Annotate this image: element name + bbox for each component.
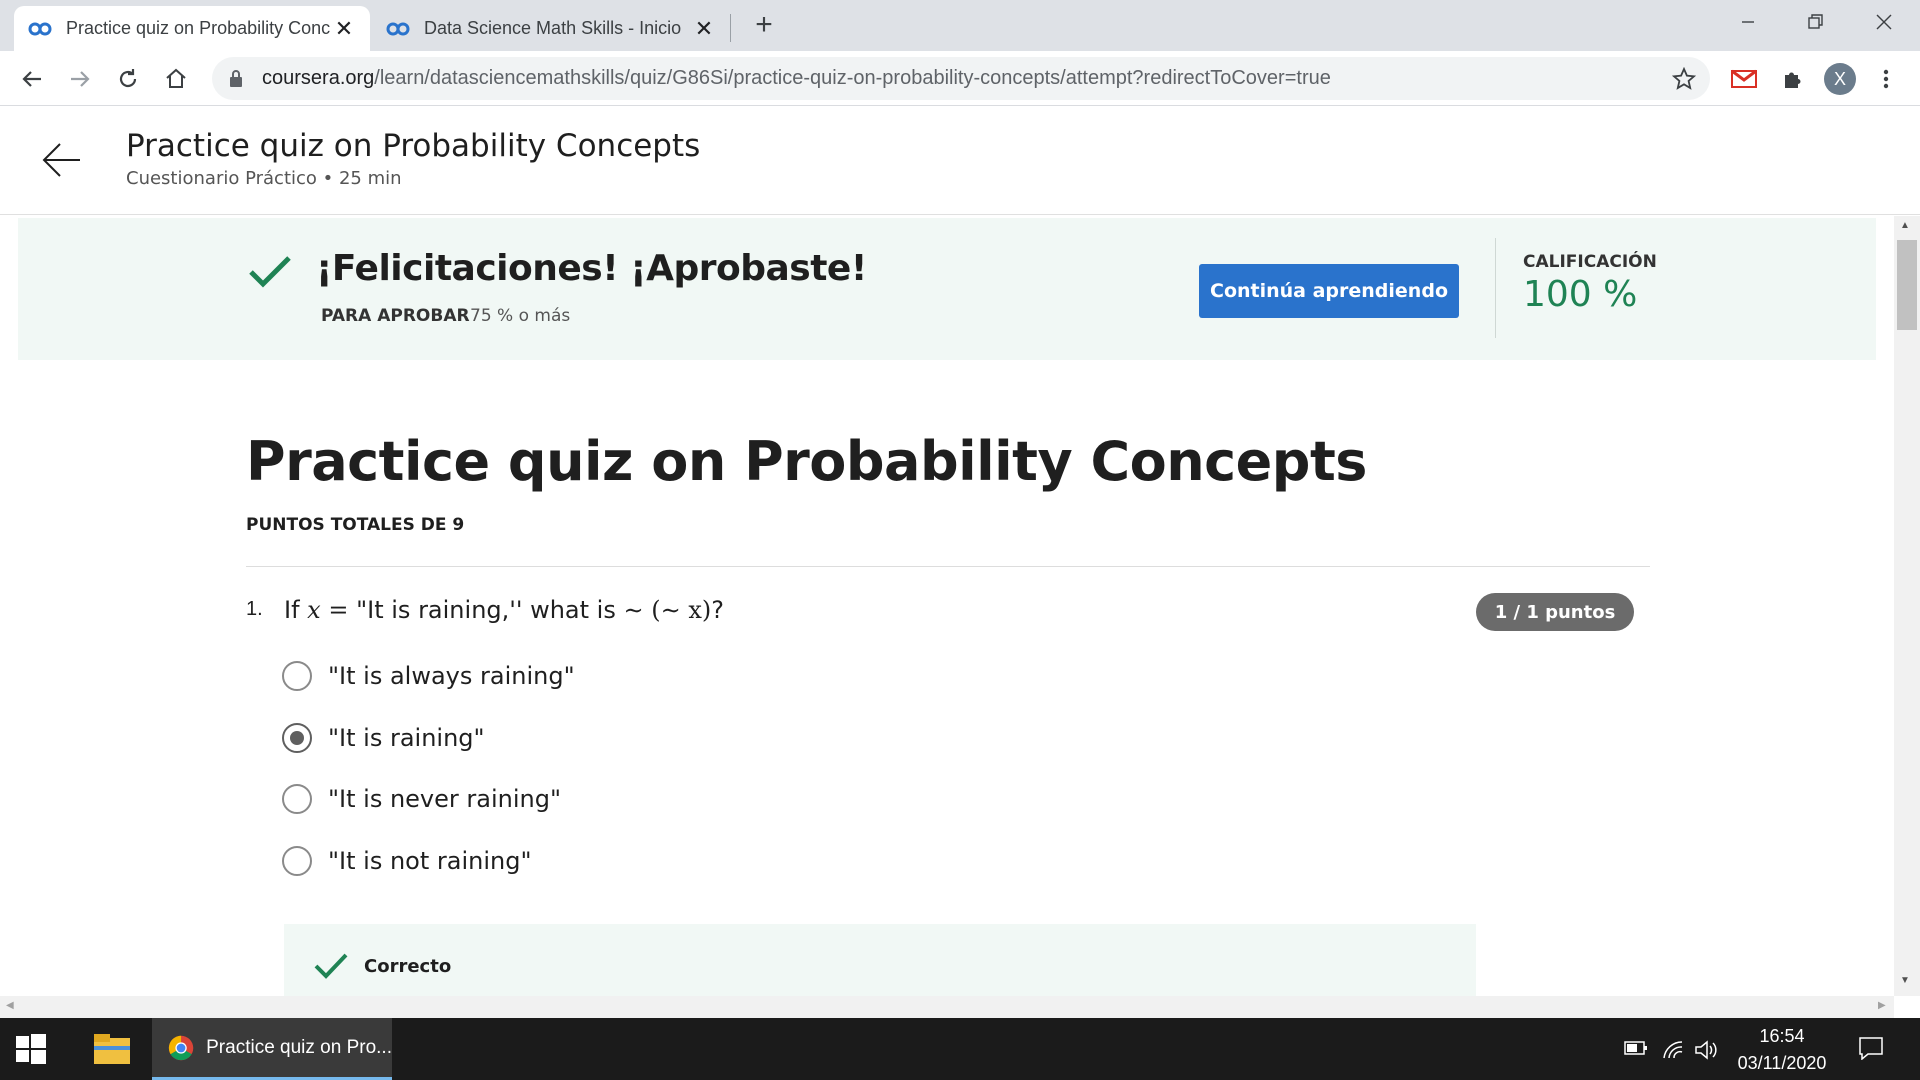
answer-label: "It is raining" bbox=[328, 724, 485, 752]
question-prefix: If bbox=[284, 596, 300, 624]
question-text: If x = "It is raining,'' what is ∼ (∼ x)… bbox=[284, 596, 724, 624]
arrow-left-icon bbox=[22, 71, 41, 87]
minimize-button[interactable] bbox=[1714, 0, 1782, 44]
divider bbox=[246, 566, 1650, 567]
file-explorer-icon[interactable] bbox=[90, 1030, 134, 1068]
profile-button[interactable]: X bbox=[1820, 59, 1860, 99]
radio-button[interactable] bbox=[282, 784, 312, 814]
tab-title: Data Science Math Skills - Inicio bbox=[424, 18, 682, 38]
url-path: /learn/datasciencemathskills/quiz/G86Si/… bbox=[374, 67, 1331, 89]
tab-title: Practice quiz on Probability Conc bbox=[66, 18, 331, 38]
browser-tab-strip: Practice quiz on Probability Conc ✕ Data… bbox=[0, 0, 1920, 51]
answer-option[interactable]: "It is not raining" bbox=[282, 841, 532, 881]
browser-toolbar: coursera.org/learn/datasciencemathskills… bbox=[0, 51, 1920, 106]
page-header: Practice quiz on Probability Concepts Cu… bbox=[0, 106, 1920, 215]
radio-button-selected[interactable] bbox=[282, 723, 312, 753]
browser-tab-inactive[interactable]: Data Science Math Skills - Inicio ✕ bbox=[372, 6, 730, 51]
browser-tab-active[interactable]: Practice quiz on Probability Conc ✕ bbox=[14, 6, 370, 51]
notification-center-icon[interactable] bbox=[1858, 1036, 1884, 1060]
clock-time[interactable]: 16:54 bbox=[1740, 1026, 1824, 1047]
restore-button[interactable] bbox=[1782, 0, 1850, 44]
radio-button[interactable] bbox=[282, 846, 312, 876]
minimize-icon bbox=[1742, 21, 1754, 23]
question-suffix: ? bbox=[711, 596, 724, 624]
bookmark-star-icon[interactable] bbox=[1672, 67, 1696, 91]
puzzle-icon bbox=[1785, 72, 1801, 88]
scroll-up-arrow-icon[interactable]: ▲ bbox=[1900, 220, 1910, 231]
tab-close-icon[interactable]: ✕ bbox=[692, 16, 716, 42]
answer-label: "It is always raining" bbox=[328, 662, 575, 690]
arrow-right-icon bbox=[71, 71, 90, 87]
new-tab-button[interactable]: + bbox=[746, 8, 782, 44]
extensions-button[interactable] bbox=[1772, 59, 1812, 99]
page-subtitle: Cuestionario Práctico • 25 min bbox=[126, 168, 402, 189]
equals-sign: = bbox=[328, 596, 349, 624]
answer-label: "It is never raining" bbox=[328, 785, 562, 813]
feedback-label: Correcto bbox=[364, 956, 452, 977]
horizontal-scrollbar[interactable] bbox=[0, 996, 1894, 1018]
scroll-down-arrow-icon[interactable]: ▼ bbox=[1900, 975, 1910, 986]
windows-start-icon[interactable] bbox=[16, 1034, 46, 1064]
pass-threshold-value: 75 % o más bbox=[470, 306, 571, 326]
taskbar-item-label: Practice quiz on Pro... bbox=[206, 1036, 392, 1058]
question-expression: ∼ (∼ x) bbox=[623, 596, 712, 624]
back-arrow-icon[interactable] bbox=[40, 140, 84, 180]
banner-title: ¡Felicitaciones! ¡Aprobaste! bbox=[316, 248, 867, 289]
gmail-extension-button[interactable] bbox=[1724, 59, 1764, 99]
close-icon bbox=[1876, 14, 1892, 30]
clock-date[interactable]: 03/11/2020 bbox=[1730, 1053, 1834, 1074]
checkmark-icon bbox=[249, 256, 291, 288]
question-number: 1. bbox=[246, 598, 263, 620]
address-bar[interactable]: coursera.org/learn/datasciencemathskills… bbox=[212, 57, 1710, 100]
gmail-icon bbox=[1731, 69, 1757, 88]
radio-button[interactable] bbox=[282, 661, 312, 691]
feedback-box: Correcto bbox=[284, 924, 1476, 996]
continue-learning-button[interactable]: Continúa aprendiendo bbox=[1199, 264, 1459, 318]
points-badge: 1 / 1 puntos bbox=[1476, 593, 1634, 631]
close-window-button[interactable] bbox=[1850, 0, 1918, 44]
lock-icon bbox=[230, 70, 242, 87]
tab-separator bbox=[730, 14, 731, 42]
vertical-scrollbar[interactable] bbox=[1894, 216, 1920, 996]
browser-menu-button[interactable] bbox=[1866, 59, 1906, 99]
reload-button[interactable] bbox=[108, 59, 148, 99]
scroll-left-arrow-icon[interactable]: ◀ bbox=[6, 1000, 14, 1011]
wifi-icon[interactable] bbox=[1662, 1040, 1686, 1060]
kebab-menu-icon bbox=[1883, 69, 1889, 89]
answer-option[interactable]: "It is always raining" bbox=[282, 656, 575, 696]
coursera-favicon-icon bbox=[28, 22, 52, 35]
home-button[interactable] bbox=[156, 59, 196, 99]
pass-banner: ¡Felicitaciones! ¡Aprobaste! PARA APROBA… bbox=[18, 218, 1876, 360]
home-icon bbox=[166, 68, 186, 88]
reload-icon bbox=[119, 69, 137, 88]
volume-icon[interactable] bbox=[1694, 1040, 1720, 1060]
page-title: Practice quiz on Probability Concepts bbox=[126, 128, 701, 164]
scroll-right-arrow-icon[interactable]: ▶ bbox=[1878, 1000, 1886, 1011]
answer-option-selected[interactable]: "It is raining" bbox=[282, 718, 485, 758]
avatar: X bbox=[1824, 63, 1856, 95]
grade-label: CALIFICACIÓN bbox=[1523, 252, 1657, 272]
answer-label: "It is not raining" bbox=[328, 847, 532, 875]
battery-icon[interactable] bbox=[1624, 1040, 1648, 1056]
answer-option[interactable]: "It is never raining" bbox=[282, 779, 561, 819]
quiz-title: Practice quiz on Probability Concepts bbox=[246, 430, 1367, 493]
question-variable: x bbox=[307, 596, 321, 624]
banner-divider bbox=[1495, 238, 1496, 338]
checkmark-icon bbox=[314, 953, 348, 979]
back-button[interactable] bbox=[12, 59, 52, 99]
coursera-favicon-icon bbox=[386, 22, 410, 35]
forward-button[interactable] bbox=[60, 59, 100, 99]
total-points: PUNTOS TOTALES DE 9 bbox=[246, 515, 465, 535]
url-host: coursera.org bbox=[262, 67, 375, 89]
grade-value: 100 % bbox=[1523, 274, 1638, 315]
tab-close-icon[interactable]: ✕ bbox=[332, 16, 356, 42]
pass-threshold-label: PARA APROBAR bbox=[321, 306, 470, 326]
question-mid: "It is raining,'' what is bbox=[356, 596, 616, 624]
taskbar-chrome-item[interactable]: Practice quiz on Pro... bbox=[152, 1018, 392, 1080]
url-text: coursera.org/learn/datasciencemathskills… bbox=[262, 67, 1331, 90]
scrollbar-thumb[interactable] bbox=[1897, 240, 1917, 330]
restore-icon bbox=[1808, 14, 1823, 29]
windows-taskbar: Practice quiz on Pro... 16:54 03/11/2020 bbox=[0, 1018, 1920, 1080]
chrome-icon bbox=[168, 1035, 194, 1060]
